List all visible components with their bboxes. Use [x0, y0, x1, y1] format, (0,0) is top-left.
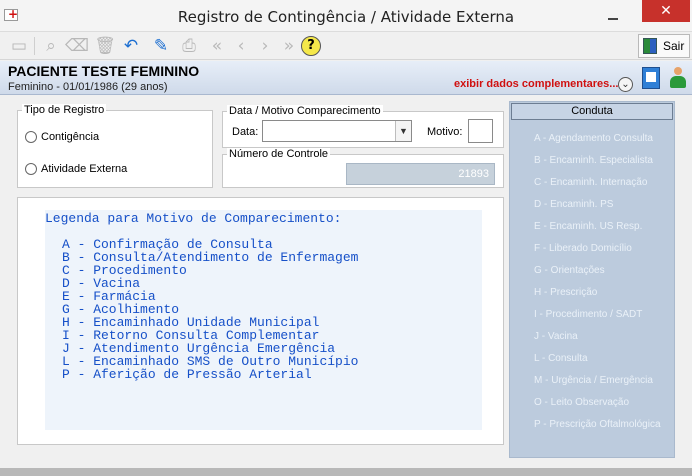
tipo-registro-title: Tipo de Registro: [22, 104, 107, 116]
conduta-item[interactable]: M - Urgência / Emergência: [510, 370, 674, 392]
previous-record-icon[interactable]: ‹: [230, 35, 252, 57]
conduta-item[interactable]: E - Encaminh. US Resp.: [510, 216, 674, 238]
exit-button[interactable]: Sair: [638, 34, 690, 58]
help-icon[interactable]: ?: [300, 35, 322, 57]
status-bar: [0, 468, 692, 476]
patient-user-icon[interactable]: [668, 67, 688, 89]
toolbar: ▭ ⌕ ⌫ 🗑 ↶ ✎ ⎙ « ‹ › » ? Sair: [0, 32, 692, 60]
search-binoculars-icon[interactable]: ⌕: [40, 35, 62, 57]
patient-info: Feminino - 01/01/1986 (29 anos): [8, 81, 168, 93]
eraser-icon[interactable]: ⌫: [65, 35, 89, 57]
next-record-icon[interactable]: ›: [254, 35, 276, 57]
trash-icon[interactable]: 🗑: [94, 35, 116, 57]
conduta-item[interactable]: I - Procedimento / SADT: [510, 304, 674, 326]
window-title: Registro de Contingência / Atividade Ext…: [177, 8, 515, 26]
radio-atividade-externa[interactable]: Atividade Externa: [25, 163, 127, 175]
conduta-item[interactable]: C - Encaminh. Internação: [510, 172, 674, 194]
minimize-button[interactable]: [600, 6, 626, 24]
title-bar: Registro de Contingência / Atividade Ext…: [0, 0, 692, 32]
conduta-item[interactable]: O - Leito Observação: [510, 392, 674, 414]
conduta-item[interactable]: D - Encaminh. PS: [510, 194, 674, 216]
conduta-item[interactable]: J - Vacina: [510, 326, 674, 348]
new-record-icon[interactable]: ▭: [8, 35, 30, 57]
conduta-item[interactable]: G - Orientações: [510, 260, 674, 282]
last-record-icon[interactable]: »: [278, 35, 300, 57]
conduta-item[interactable]: P - Prescrição Oftalmológica: [510, 414, 674, 436]
legend-item: P - Aferição de Pressão Arterial: [62, 367, 312, 382]
extra-data-link[interactable]: exibir dados complementares...: [454, 78, 618, 90]
conduta-header: Conduta: [511, 103, 673, 120]
legend-box: Legenda para Motivo de Comparecimento: A…: [45, 210, 482, 430]
conduta-panel: Conduta A - Agendamento Consulta B - Enc…: [509, 101, 675, 458]
conduta-item[interactable]: F - Liberado Domicílio: [510, 238, 674, 260]
motivo-label: Motivo:: [427, 126, 463, 138]
radio-contingencia-label: Contigência: [41, 131, 100, 143]
toolbar-separator: [34, 37, 35, 55]
legend-panel: Legenda para Motivo de Comparecimento: A…: [17, 197, 504, 445]
print-icon[interactable]: ⎙: [178, 35, 200, 57]
radio-circle[interactable]: [25, 163, 37, 175]
numero-controle-field: 21893: [346, 163, 495, 185]
data-motivo-title: Data / Motivo Comparecimento: [227, 105, 383, 117]
exit-door-icon: [643, 38, 657, 54]
radio-contingencia[interactable]: Contigência: [25, 131, 99, 143]
undo-icon[interactable]: ↶: [120, 35, 142, 57]
conduta-item[interactable]: H - Prescrição: [510, 282, 674, 304]
edit-notes-icon[interactable]: ✎: [150, 35, 172, 57]
radio-circle[interactable]: [25, 131, 37, 143]
first-record-icon[interactable]: «: [206, 35, 228, 57]
conduta-list: A - Agendamento Consulta B - Encaminh. E…: [510, 128, 674, 436]
patient-banner: PACIENTE TESTE FEMININO Feminino - 01/01…: [0, 61, 692, 95]
legend-title: Legenda para Motivo de Comparecimento:: [45, 211, 342, 226]
controle-title: Número de Controle: [227, 148, 331, 160]
conduta-item[interactable]: B - Encaminh. Especialista: [510, 150, 674, 172]
radio-atividade-externa-label: Atividade Externa: [41, 163, 128, 175]
patient-name: PACIENTE TESTE FEMININO: [8, 63, 200, 79]
data-label: Data:: [232, 126, 259, 138]
patient-document-icon[interactable]: [642, 67, 660, 89]
close-button[interactable]: ✕: [642, 0, 690, 22]
legend-list: A - Confirmação de Consulta B - Consulta…: [62, 238, 358, 381]
data-select[interactable]: ▼: [262, 120, 412, 142]
conduta-item[interactable]: L - Consulta: [510, 348, 674, 370]
conduta-item[interactable]: A - Agendamento Consulta: [510, 128, 674, 150]
chevron-down-icon[interactable]: ⌄: [618, 77, 633, 92]
exit-button-label: Sair: [663, 39, 685, 53]
motivo-input[interactable]: [468, 119, 493, 143]
chevron-down-icon[interactable]: ▼: [395, 121, 411, 141]
tipo-registro-group: [17, 110, 213, 188]
